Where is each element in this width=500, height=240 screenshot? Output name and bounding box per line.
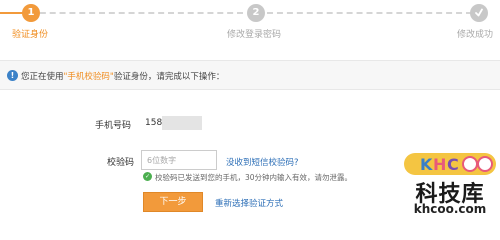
phone-label: 手机号码 [95, 121, 132, 131]
svg-text:K: K [420, 155, 433, 174]
watermark-url: khcoo.com [413, 202, 487, 216]
verification-method-highlight: "手机校验码" [63, 72, 114, 82]
step-2-label: 修改登录密码 [227, 30, 282, 40]
reselect-verification-link[interactable]: 重新选择验证方式 [215, 197, 283, 209]
success-check-icon: ✓ [143, 172, 152, 181]
step-3-label: 修改成功 [457, 30, 494, 40]
phone-number-mask [162, 116, 202, 130]
verification-code-input[interactable] [141, 150, 217, 170]
checkmark-icon [475, 8, 483, 17]
info-text-before: 您正在使用 [21, 72, 64, 82]
info-icon: ! [7, 70, 18, 81]
step-connector [30, 12, 243, 14]
svg-text:C: C [447, 155, 459, 174]
info-bar: ! 您正在使用"手机校验码"验证身份，请完成以下操作： [0, 60, 500, 90]
phone-number-value: 158 [145, 118, 163, 128]
code-label: 校验码 [107, 158, 135, 168]
step-3-circle [470, 4, 488, 22]
code-sent-message: 校验码已发送到您的手机，30分钟内输入有效，请勿泄露。 [155, 173, 353, 182]
step-1-circle: 1 [22, 4, 40, 22]
svg-text:H: H [433, 155, 446, 174]
step-line-active [0, 12, 24, 14]
step-1-label: 验证身份 [12, 30, 49, 40]
info-text: 您正在使用"手机校验码"验证身份，请完成以下操作： [21, 70, 224, 82]
no-sms-code-link[interactable]: 没收到短信校验码? [226, 156, 299, 168]
watermark-logo: K H C 科技库 khcoo.com [402, 150, 498, 216]
next-step-button[interactable]: 下一步 [143, 192, 203, 212]
info-text-after: 验证身份，请完成以下操作： [113, 72, 225, 82]
progress-stepper: 1 2 验证身份 修改登录密码 修改成功 [0, 0, 500, 46]
step-2-circle: 2 [247, 4, 265, 22]
khcoo-logo-icon: K H C [404, 153, 496, 175]
step-connector [267, 12, 472, 14]
